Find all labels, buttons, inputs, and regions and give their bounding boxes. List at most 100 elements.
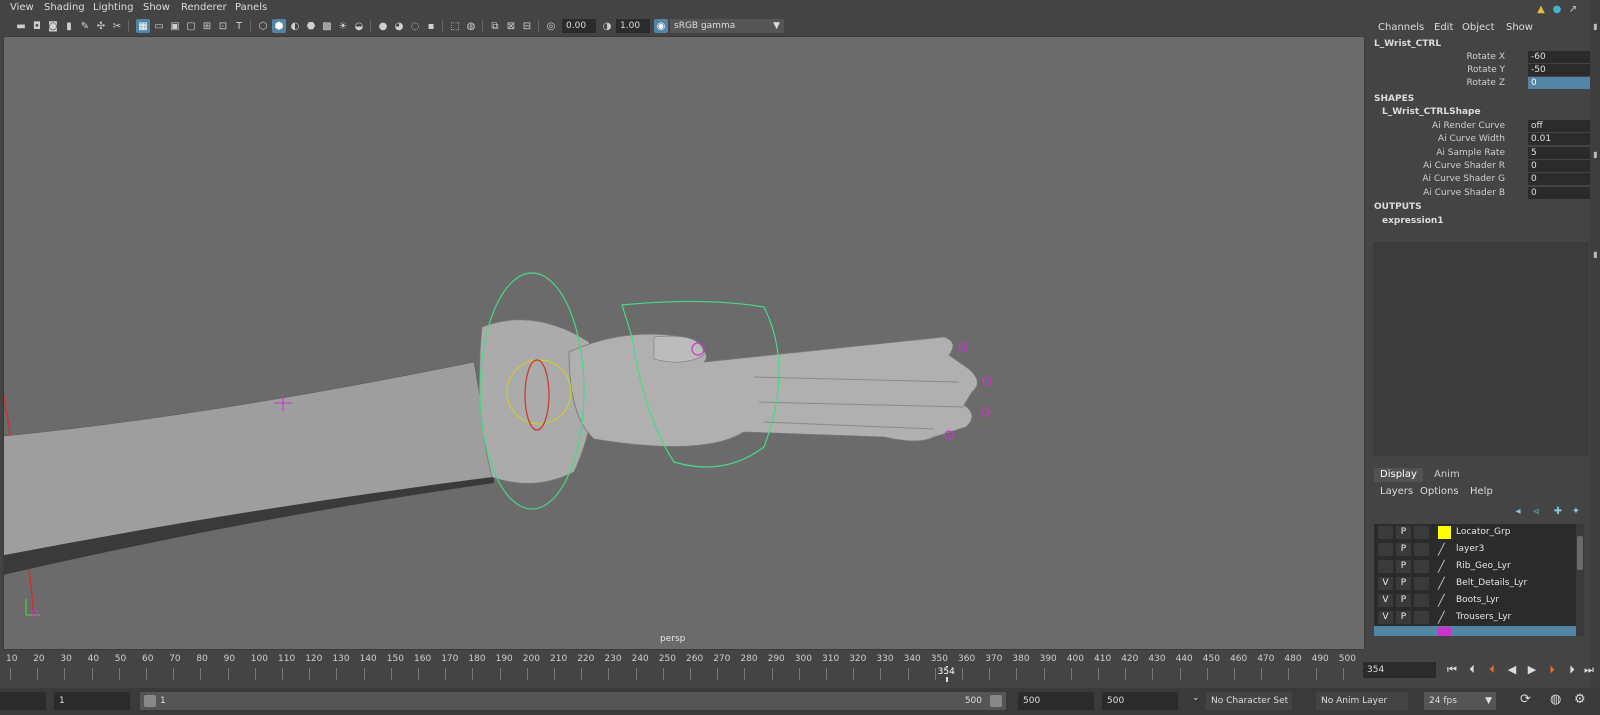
resolution-gate-icon[interactable]: ▣ (168, 19, 182, 33)
xray-active-icon[interactable]: ⊠ (504, 19, 518, 33)
shape-attr-value[interactable]: off (1528, 120, 1590, 132)
channel-value[interactable]: 0 (1528, 77, 1590, 89)
isolate-select-icon[interactable]: ⬚ (448, 19, 462, 33)
menu-shading[interactable]: Shading (44, 2, 85, 13)
depth-of-field-icon[interactable]: ▪ (424, 19, 438, 33)
shape-attr-label[interactable]: Ai Sample Rate (1375, 148, 1505, 158)
shape-attr-value[interactable]: 0 (1528, 187, 1590, 199)
layer-name[interactable]: Rib_Geo_Lyr (1456, 561, 1511, 571)
screen-space-ao-icon[interactable]: ● (376, 19, 390, 33)
index-locator[interactable] (958, 342, 968, 352)
animation-end-field[interactable]: 500 (1102, 692, 1178, 710)
safe-title-icon[interactable]: T (232, 19, 246, 33)
scrollbar-thumb[interactable] (1577, 536, 1583, 570)
layer-row[interactable]: P ╱ layer3 (1374, 541, 1576, 558)
menu-renderer[interactable]: Renderer (181, 2, 227, 13)
gate-mask-icon[interactable]: ▢ (184, 19, 198, 33)
grease-pencil-icon[interactable]: ✣ (94, 19, 108, 33)
motion-blur-icon[interactable]: ◕ (392, 19, 406, 33)
layer-name[interactable]: Locator_Grp (1456, 527, 1510, 537)
playback-end-field[interactable]: 500 (1018, 692, 1094, 710)
camera-icon[interactable]: ▬ (14, 19, 28, 33)
image-plane-icon[interactable]: ▮ (62, 19, 76, 33)
middle-locator[interactable] (982, 376, 992, 386)
grid-icon[interactable]: ▦ (136, 19, 150, 33)
play-backwards-icon[interactable]: ◀ (1503, 661, 1521, 679)
layer-color-slash-icon[interactable]: ╱ (1438, 594, 1451, 607)
visibility-toggle[interactable] (1378, 526, 1393, 539)
layer-row[interactable]: V P ╱ Boots_Lyr (1374, 592, 1576, 609)
range-end-handle[interactable] (990, 695, 1002, 707)
xray-icon[interactable]: ◍ (464, 19, 478, 33)
time-slider[interactable]: 10 20 30 40 50 60 70 80 90 100 110 120 130 140 150 160 1… (0, 652, 1365, 682)
expand-icon[interactable]: ↗ (1566, 2, 1580, 16)
display-type-toggle[interactable] (1414, 577, 1429, 590)
shape-attr-label[interactable]: Ai Curve Width (1375, 134, 1505, 144)
range-start-handle[interactable] (144, 695, 156, 707)
shape-attr-label[interactable]: Ai Render Curve (1375, 121, 1505, 131)
edit-menu[interactable]: Edit (1434, 22, 1453, 33)
warning-icon[interactable]: ▲ (1534, 2, 1548, 16)
textured-icon[interactable]: ▩ (320, 19, 334, 33)
step-back-key-icon[interactable]: ⏴ (1483, 661, 1501, 679)
channel-box-layer-editor-tab[interactable]: ▮ (1591, 22, 1600, 31)
shape-attr-label[interactable]: Ai Curve Shader B (1375, 188, 1505, 198)
shape-attr-label[interactable]: Ai Curve Shader R (1375, 161, 1505, 171)
backface-culling-icon[interactable]: ⊟ (520, 19, 534, 33)
layer-list-scrollbar[interactable] (1576, 524, 1584, 636)
xray-joints-icon[interactable]: ⧉ (488, 19, 502, 33)
gamma-field[interactable]: 1.00 (616, 19, 650, 33)
layer-color-slash-icon[interactable]: ╱ (1438, 577, 1451, 590)
current-frame-field[interactable]: 354 (1363, 662, 1436, 678)
layer-color-swatch[interactable] (1438, 627, 1451, 636)
wireframe-on-shaded-icon[interactable]: ⬣ (304, 19, 318, 33)
new-layer-icon[interactable]: ✚ (1551, 504, 1565, 518)
layers-menu[interactable]: Layers (1380, 486, 1413, 497)
layer-name[interactable]: Belt_Details_Lyr (1456, 578, 1527, 588)
show-menu[interactable]: Show (1506, 22, 1533, 33)
auto-key-icon[interactable]: ◍ (1550, 692, 1561, 707)
playback-toggle[interactable]: P (1396, 543, 1411, 556)
step-back-frame-icon[interactable]: ⏴ (1463, 661, 1481, 679)
wireframe-icon[interactable]: ⬡ (256, 19, 270, 33)
ring-locator[interactable] (980, 407, 990, 417)
menu-panels[interactable]: Panels (235, 2, 267, 13)
modeling-toolkit-tab[interactable]: ▮ (1591, 150, 1600, 159)
options-menu[interactable]: Options (1420, 486, 1459, 497)
bookmark-icon[interactable]: ◙ (46, 19, 60, 33)
character-set-icon[interactable]: ⌄ (1192, 693, 1200, 703)
use-all-lights-icon[interactable]: ☀ (336, 19, 350, 33)
two-d-pan-icon[interactable]: ✎ (78, 19, 92, 33)
step-forward-key-icon[interactable]: ⏵ (1543, 661, 1561, 679)
attribute-editor-tab[interactable]: ▮ (1591, 250, 1600, 259)
object-menu[interactable]: Object (1462, 22, 1495, 33)
channel-label[interactable]: Rotate Y (1375, 65, 1505, 75)
animation-start-field[interactable] (0, 692, 46, 710)
output-name[interactable]: expression1 (1382, 216, 1444, 226)
film-gate-icon[interactable]: ▭ (152, 19, 166, 33)
smooth-shade-icon[interactable]: ⬢ (272, 19, 286, 33)
go-to-start-icon[interactable]: ⏮ (1443, 661, 1461, 679)
visibility-toggle[interactable] (1378, 543, 1393, 556)
go-to-end-icon[interactable]: ⏭ (1580, 661, 1598, 679)
display-type-toggle[interactable] (1414, 560, 1429, 573)
menu-view[interactable]: View (10, 2, 34, 13)
view-transform-icon[interactable]: ◉ (654, 19, 668, 33)
menu-lighting[interactable]: Lighting (93, 2, 133, 13)
layer-name[interactable]: Trousers_Lyr (1456, 612, 1511, 622)
fps-dropdown[interactable]: 24 fps ▼ (1424, 692, 1496, 710)
gamma-icon[interactable]: ◑ (600, 19, 614, 33)
safe-action-icon[interactable]: ⊡ (216, 19, 230, 33)
viewport-scene[interactable] (4, 37, 1365, 650)
exposure-icon[interactable]: ◎ (544, 19, 558, 33)
camera-settings-icon[interactable]: ✂ (110, 19, 124, 33)
layer-row[interactable]: P Locator_Grp (1374, 524, 1576, 541)
shape-attr-value[interactable]: 0.01 (1528, 133, 1590, 145)
default-lighting-icon[interactable]: ◐ (288, 19, 302, 33)
channel-value[interactable]: -50 (1528, 64, 1590, 76)
menu-show[interactable]: Show (143, 2, 170, 13)
animation-prefs-icon[interactable]: ⚙ (1574, 692, 1586, 707)
help-icon[interactable]: ● (1550, 2, 1564, 16)
layer-row[interactable]: V P ╱ Trousers_Lyr (1374, 609, 1576, 626)
move-layer-up-icon[interactable]: ◂ (1511, 504, 1525, 518)
